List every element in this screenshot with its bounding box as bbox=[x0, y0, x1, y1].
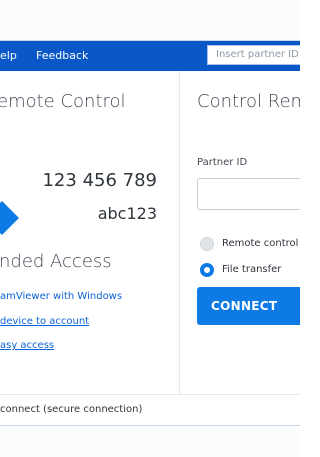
menu-bar: elp Feedback Insert partner ID bbox=[0, 41, 300, 71]
unattended-access-title: nded Access bbox=[0, 251, 112, 272]
assign-device-link[interactable]: device to account bbox=[0, 316, 89, 327]
connect-button-label: CONNECT bbox=[211, 299, 278, 313]
control-remote-panel: Control Rem Partner ID Remote control Fi… bbox=[180, 71, 300, 394]
status-bar: connect (secure connection) bbox=[0, 394, 300, 425]
menu-help[interactable]: elp bbox=[0, 49, 17, 63]
connection-status-text: connect (secure connection) bbox=[0, 404, 143, 415]
password-arrow-icon bbox=[0, 201, 19, 235]
connect-button[interactable]: CONNECT bbox=[197, 287, 300, 325]
control-remote-title: Control Rem bbox=[197, 91, 300, 112]
password-value: abc123 bbox=[97, 204, 157, 223]
teamviewer-window: elp Feedback Insert partner ID emote Con… bbox=[0, 40, 300, 426]
menu-feedback[interactable]: Feedback bbox=[36, 49, 88, 63]
remote-control-panel: emote Control 123 456 789 abc123 nded Ac… bbox=[0, 71, 180, 394]
partner-id-input[interactable] bbox=[197, 178, 300, 210]
remote-control-radio[interactable] bbox=[200, 237, 214, 251]
easy-access-link[interactable]: asy access bbox=[0, 340, 54, 351]
partner-id-label: Partner ID bbox=[197, 157, 248, 168]
start-with-windows-link[interactable]: amViewer with Windows bbox=[0, 291, 122, 302]
file-transfer-radio-label[interactable]: File transfer bbox=[222, 264, 281, 275]
your-id-value: 123 456 789 bbox=[42, 170, 157, 191]
file-transfer-radio[interactable] bbox=[200, 263, 214, 277]
remote-control-radio-label[interactable]: Remote control bbox=[222, 238, 298, 249]
remote-control-title: emote Control bbox=[0, 91, 126, 112]
partner-id-search-input[interactable]: Insert partner ID bbox=[207, 45, 300, 65]
